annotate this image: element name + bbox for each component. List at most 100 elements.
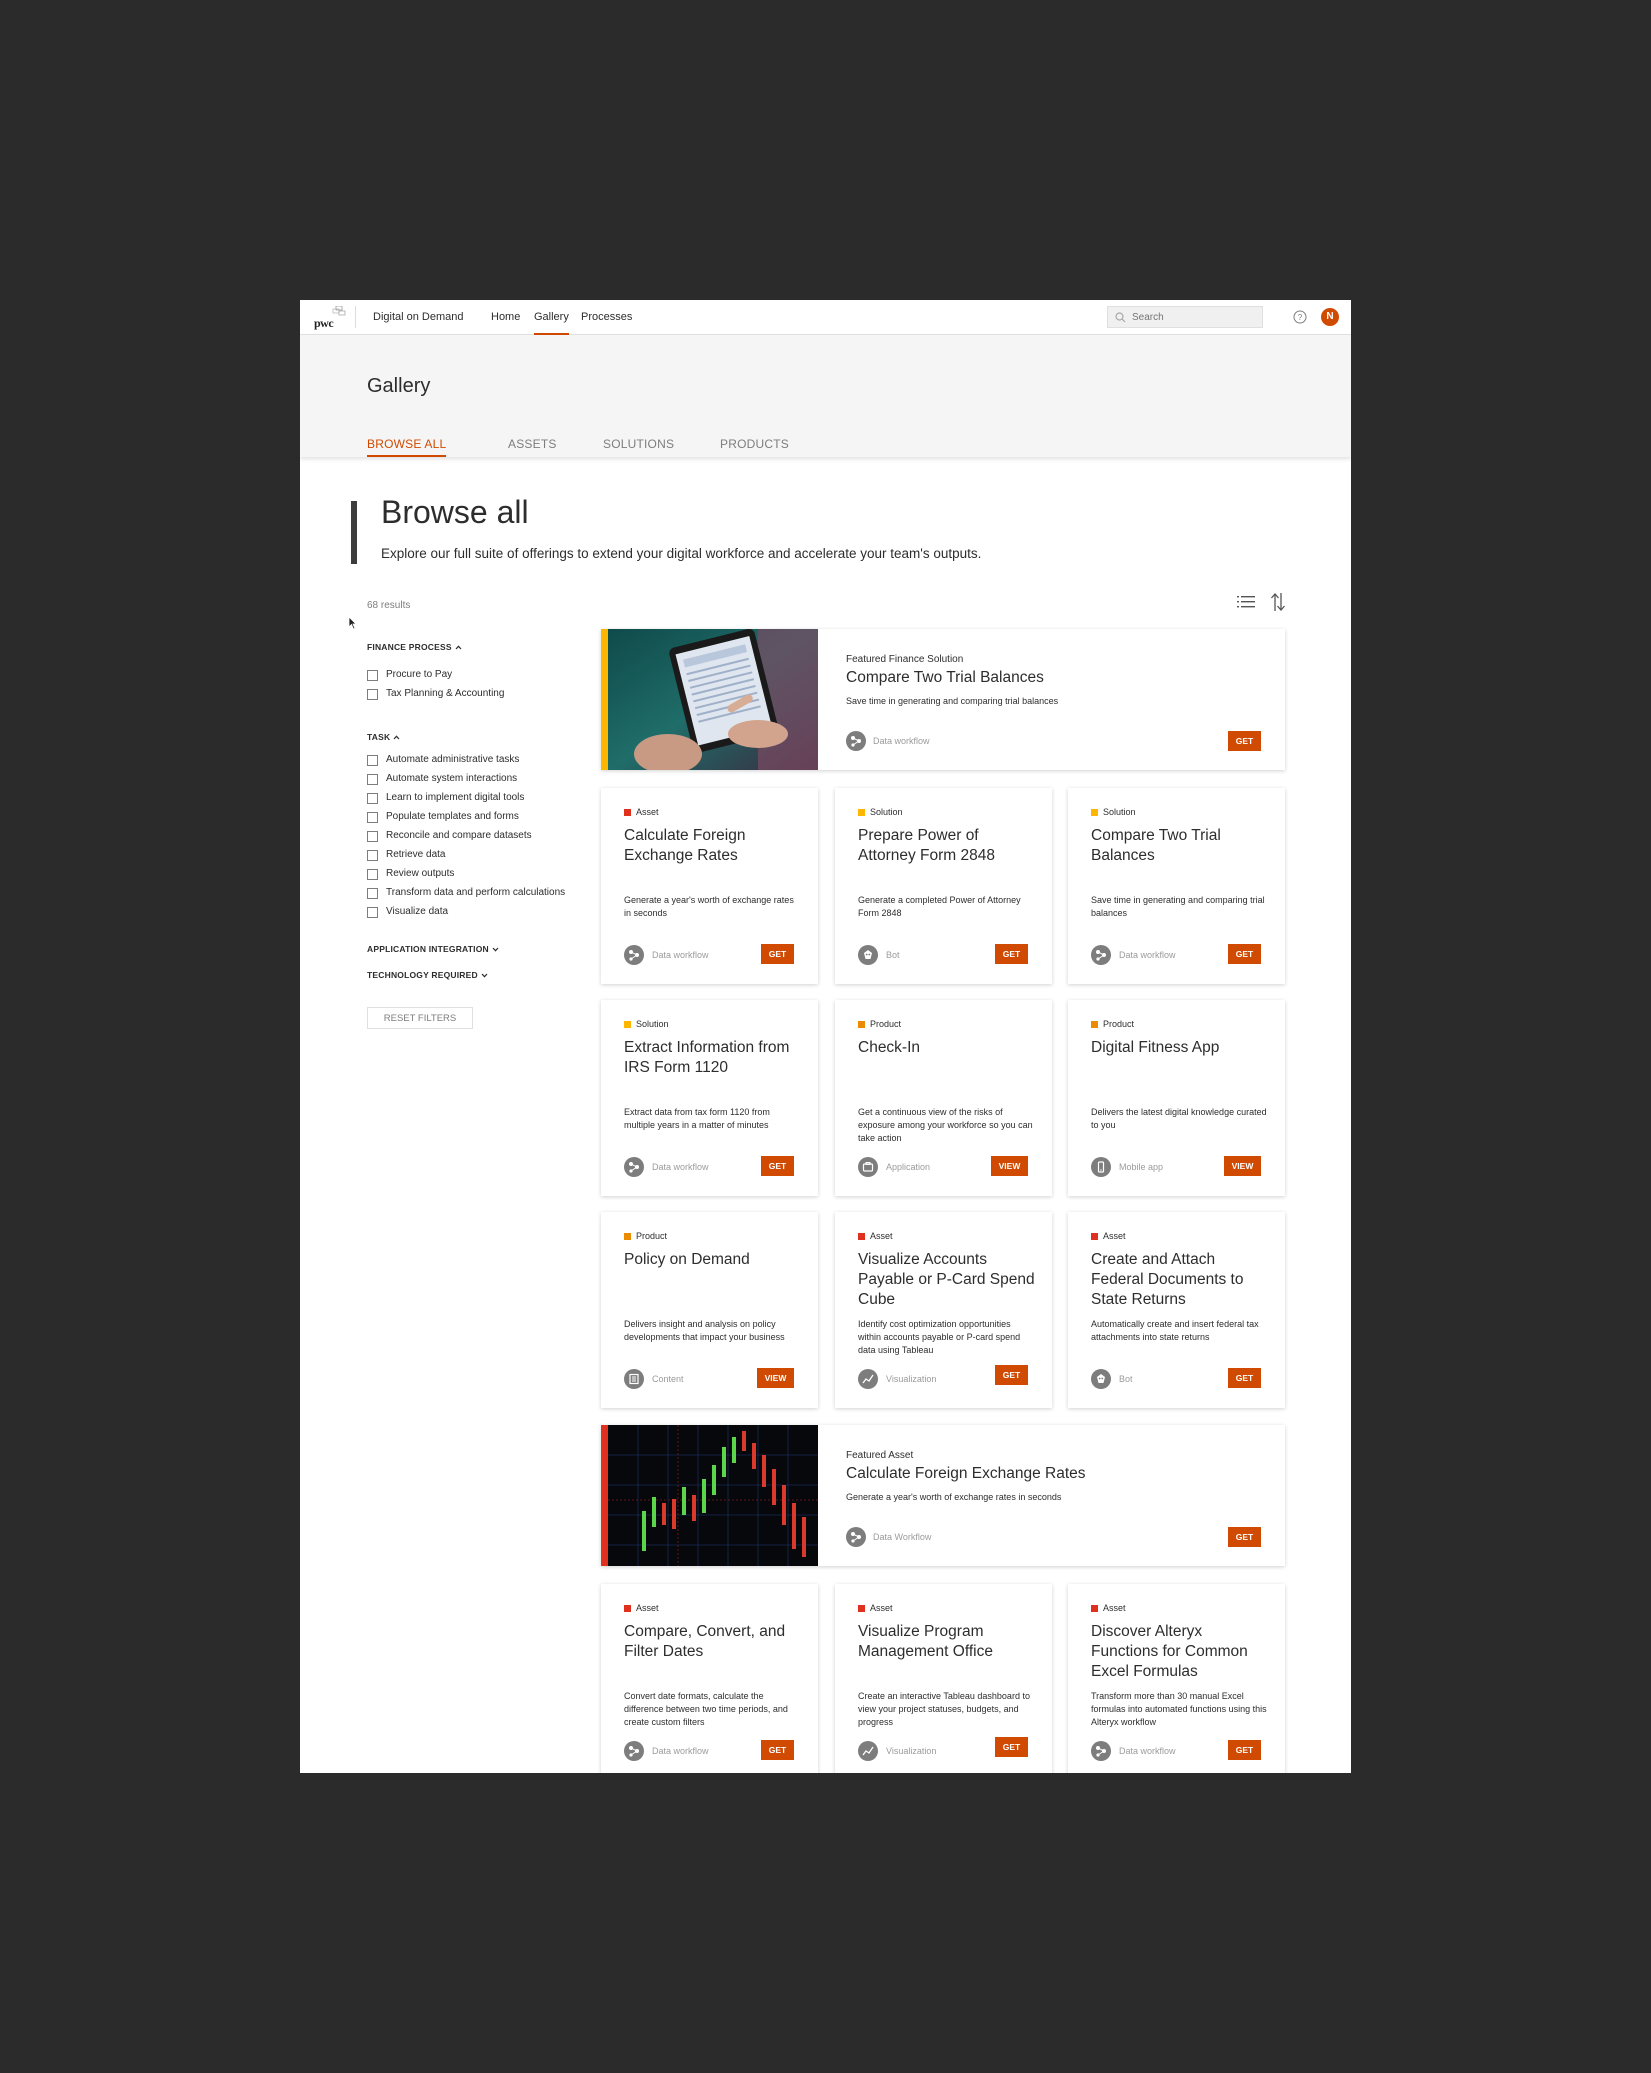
offering-card[interactable]: Solution Extract Information from IRS Fo… [601,1000,818,1196]
filter-option-label: Learn to implement digital tools [386,792,525,803]
data-workflow-icon [846,731,866,751]
offering-card[interactable]: Solution Compare Two Trial Balances Save… [1068,788,1285,984]
view-button[interactable]: VIEW [991,1156,1028,1176]
get-button[interactable]: GET [1228,1740,1261,1760]
tab-browse-all[interactable]: BROWSE ALL [367,437,447,457]
type-dot [1091,1233,1098,1240]
get-button[interactable]: GET [995,1737,1028,1757]
filter-heading-finance-process[interactable]: FINANCE PROCESS [367,642,462,652]
offering-card[interactable]: Asset Create and Attach Federal Document… [1068,1212,1285,1408]
featured-card[interactable]: Featured Asset Calculate Foreign Exchang… [601,1425,1285,1566]
filter-option-label: Reconcile and compare datasets [386,830,532,841]
nav-link-processes[interactable]: Processes [581,311,632,323]
card-type: Product [858,1019,901,1029]
get-button[interactable]: GET [761,1740,794,1760]
checkbox[interactable] [367,755,378,766]
tab-products[interactable]: PRODUCTS [720,437,789,451]
featured-card[interactable]: Featured Finance Solution Compare Two Tr… [601,629,1285,770]
card-description: Generate a year's worth of exchange rate… [624,895,794,918]
view-button[interactable]: VIEW [1224,1156,1261,1176]
filter-heading-technology-required[interactable]: TECHNOLOGY REQUIRED [367,970,488,980]
nav-divider [355,306,356,328]
list-view-icon[interactable] [1237,594,1255,610]
tab-solutions[interactable]: SOLUTIONS [603,437,674,451]
card-type-label: Product [636,1231,668,1241]
card-title[interactable]: Policy on Demand [624,1250,804,1270]
offering-card[interactable]: Asset Discover Alteryx Functions for Com… [1068,1584,1285,1773]
featured-accent [601,1425,608,1566]
card-type-label: Asset [870,1231,893,1241]
featured-title[interactable]: Calculate Foreign Exchange Rates [846,1465,1086,1483]
nav-link-gallery[interactable]: Gallery [534,311,569,335]
card-title[interactable]: Create and Attach Federal Documents to S… [1091,1250,1271,1310]
card-type: Asset [1091,1231,1126,1241]
featured-title[interactable]: Compare Two Trial Balances [846,669,1044,687]
card-title[interactable]: Compare, Convert, and Filter Dates [624,1622,804,1662]
get-button[interactable]: GET [761,944,794,964]
card-title[interactable]: Extract Information from IRS Form 1120 [624,1038,804,1078]
checkbox[interactable] [367,812,378,823]
offering-card[interactable]: Solution Prepare Power of Attorney Form … [835,788,1052,984]
type-dot [858,1021,865,1028]
filter-heading-application-integration[interactable]: APPLICATION INTEGRATION [367,944,499,954]
get-button[interactable]: GET [995,1365,1028,1385]
offering-card[interactable]: Product Digital Fitness App Delivers the… [1068,1000,1285,1196]
reset-filters-button[interactable]: RESET FILTERS [367,1007,473,1029]
search-input[interactable] [1132,310,1252,324]
offering-card[interactable]: Asset Compare, Convert, and Filter Dates… [601,1584,818,1773]
offering-card[interactable]: Product Check-In Get a continuous view o… [835,1000,1052,1196]
checkbox[interactable] [367,850,378,861]
card-type: Solution [624,1019,669,1029]
checkbox[interactable] [367,793,378,804]
get-button[interactable]: GET [1228,944,1261,964]
get-button[interactable]: GET [1228,1527,1261,1547]
card-title[interactable]: Discover Alteryx Functions for Common Ex… [1091,1622,1271,1682]
checkbox[interactable] [367,670,378,681]
filter-heading-task[interactable]: TASK [367,732,400,742]
avatar[interactable]: N [1321,308,1339,326]
card-title[interactable]: Compare Two Trial Balances [1091,826,1271,866]
checkbox[interactable] [367,907,378,918]
tab-assets[interactable]: ASSETS [508,437,557,451]
filter-option-label: Procure to Pay [386,669,453,680]
get-button[interactable]: GET [1228,1368,1261,1388]
view-button[interactable]: VIEW [757,1368,794,1388]
card-title[interactable]: Digital Fitness App [1091,1038,1271,1058]
type-dot [1091,1605,1098,1612]
logo-text: pwc [314,316,334,330]
offering-card[interactable]: Asset Visualize Program Management Offic… [835,1584,1052,1773]
nav-link-home[interactable]: Home [491,311,520,323]
card-description: Save time in generating and comparing tr… [1091,895,1265,918]
card-title[interactable]: Check-In [858,1038,1038,1058]
checkbox[interactable] [367,869,378,880]
type-dot [624,1233,631,1240]
section-description: Explore our full suite of offerings to e… [381,546,982,561]
card-title[interactable]: Visualize Accounts Payable or P-Card Spe… [858,1250,1038,1310]
card-title[interactable]: Calculate Foreign Exchange Rates [624,826,804,866]
offering-card[interactable]: Asset Visualize Accounts Payable or P-Ca… [835,1212,1052,1408]
gallery-subheader: Gallery BROWSE ALL ASSETS SOLUTIONS PROD… [300,335,1351,457]
get-button[interactable]: GET [1228,731,1261,751]
checkbox[interactable] [367,888,378,899]
card-title[interactable]: Visualize Program Management Office [858,1622,1038,1662]
bot-icon [1091,1369,1111,1389]
help-icon[interactable]: ? [1293,310,1307,324]
offering-card[interactable]: Product Policy on Demand Delivers insigh… [601,1212,818,1408]
card-description: Delivers the latest digital knowledge cu… [1091,1107,1267,1130]
results-count: 68 results [367,600,411,611]
get-button[interactable]: GET [995,944,1028,964]
meta-label: Data workflow [1119,1746,1176,1756]
card-type: Asset [858,1231,893,1241]
pwc-logo[interactable]: pwc [312,306,348,330]
card-description: Generate a completed Power of Attorney F… [858,895,1021,918]
get-button[interactable]: GET [761,1156,794,1176]
checkbox[interactable] [367,831,378,842]
checkbox[interactable] [367,774,378,785]
sort-icon[interactable] [1270,592,1286,612]
card-type-label: Asset [636,1603,659,1613]
search-box[interactable] [1107,306,1263,328]
offering-card[interactable]: Asset Calculate Foreign Exchange Rates G… [601,788,818,984]
card-title[interactable]: Prepare Power of Attorney Form 2848 [858,826,1038,866]
meta-label: Content [652,1374,684,1384]
checkbox[interactable] [367,689,378,700]
